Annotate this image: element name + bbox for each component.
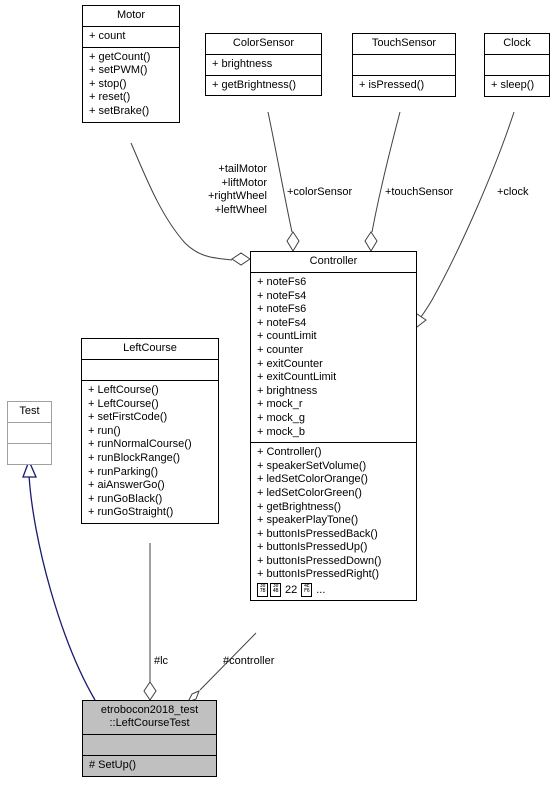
class-box-clock[interactable]: Clock + sleep() bbox=[484, 33, 550, 97]
class-attributes-motor: + count bbox=[83, 27, 179, 47]
missing-glyph-box: 30 7B bbox=[257, 583, 268, 598]
class-operations-leftcoursetest: # SetUp() bbox=[83, 756, 216, 776]
operation-row: + getBrightness() bbox=[212, 78, 297, 91]
diamond-touchsensor-controller bbox=[364, 231, 378, 252]
uml-diagram-canvas: Motor + count + getCount() + setPWM() + … bbox=[0, 0, 555, 797]
class-title-controller: Controller bbox=[309, 255, 358, 267]
class-attributes-controller: + noteFs6 + noteFs4 + noteFs6 + noteFs4 … bbox=[251, 273, 416, 442]
class-operations-controller: + Controller() + speakerSetVolume() + le… bbox=[251, 443, 416, 600]
operation-row: + setBrake() bbox=[89, 104, 150, 117]
class-title-leftcoursetest: etrobocon2018_test ::LeftCourseTest bbox=[100, 704, 199, 729]
attribute-row: + exitCounter bbox=[257, 357, 323, 370]
operation-row: + getCount() bbox=[89, 50, 151, 63]
operation-row: + setPWM() bbox=[89, 64, 148, 77]
attribute-row: + mock_r bbox=[257, 398, 303, 411]
class-box-leftcourse[interactable]: LeftCourse + LeftCourse() + LeftCourse()… bbox=[81, 338, 219, 524]
operations-overflow-row: 30 7B 30 4B 22 4E F6 ... bbox=[257, 583, 411, 598]
class-attributes-test bbox=[8, 423, 51, 443]
edge-clock-controller bbox=[416, 111, 515, 324]
class-operations-motor: + getCount() + setPWM() + stop() + reset… bbox=[83, 48, 179, 122]
class-box-leftcoursetest[interactable]: etrobocon2018_test ::LeftCourseTest # Se… bbox=[82, 700, 217, 777]
class-title-clock: Clock bbox=[503, 37, 531, 49]
operation-row: + reset() bbox=[89, 91, 131, 104]
operation-row: + buttonIsPressedBack() bbox=[257, 527, 378, 540]
attribute-row: + noteFs4 bbox=[257, 289, 307, 302]
operation-row: + Controller() bbox=[257, 446, 322, 459]
operation-row: + isPressed() bbox=[359, 79, 425, 91]
operation-row: + ledSetColorOrange() bbox=[257, 473, 368, 486]
class-operations-clock: + sleep() bbox=[485, 76, 549, 96]
overflow-ellipsis: ... bbox=[316, 584, 326, 597]
operation-row: + runGoStraight() bbox=[88, 506, 174, 519]
attribute-row: + noteFs6 bbox=[257, 303, 307, 316]
class-title-leftcourse: LeftCourse bbox=[123, 342, 177, 354]
operation-row: + buttonIsPressedUp() bbox=[257, 541, 368, 554]
attribute-row: + mock_g bbox=[257, 411, 305, 424]
edge-label-touchsensor: +touchSensor bbox=[385, 186, 454, 198]
attribute-row: + noteFs4 bbox=[257, 316, 307, 329]
operation-row: + LeftCourse() bbox=[88, 397, 159, 410]
missing-glyph-box: 30 4B bbox=[270, 583, 281, 598]
class-box-motor[interactable]: Motor + count + getCount() + setPWM() + … bbox=[82, 5, 180, 123]
class-attributes-clock bbox=[485, 55, 549, 75]
operation-row: + speakerSetVolume() bbox=[257, 459, 367, 472]
class-operations-leftcourse: + LeftCourse() + LeftCourse() + setFirst… bbox=[82, 381, 218, 523]
class-title-motor: Motor bbox=[116, 9, 146, 21]
operation-row: + LeftCourse() bbox=[88, 384, 159, 396]
class-attributes-touchsensor bbox=[353, 55, 455, 75]
class-box-controller[interactable]: Controller + noteFs6 + noteFs4 + noteFs6… bbox=[250, 251, 417, 602]
attribute-row: + brightness bbox=[257, 384, 318, 397]
edge-label-controller: #controller bbox=[223, 655, 275, 667]
edge-touchsensor-controller bbox=[371, 111, 401, 233]
attribute-row: + noteFs6 bbox=[257, 276, 307, 288]
missing-glyph-box: 4E F6 bbox=[301, 583, 313, 598]
diamond-motor-controller bbox=[231, 252, 251, 266]
class-title-colorsensor: ColorSensor bbox=[232, 37, 295, 49]
operation-row: + runBlockRange() bbox=[88, 451, 181, 464]
attribute-row: + brightness bbox=[212, 58, 273, 70]
operation-row: + ledSetColorGreen() bbox=[257, 486, 362, 499]
operation-row: + runNormalCourse() bbox=[88, 438, 192, 451]
class-box-test[interactable]: Test bbox=[7, 401, 52, 465]
attribute-row: + count bbox=[89, 30, 126, 42]
operation-row: + setFirstCode() bbox=[88, 411, 168, 424]
class-title-test: Test bbox=[19, 405, 40, 417]
class-attributes-leftcoursetest bbox=[83, 735, 216, 755]
operation-row: + runParking() bbox=[88, 465, 159, 478]
operation-row: + sleep() bbox=[491, 79, 535, 91]
operation-row: + runGoBlack() bbox=[88, 492, 163, 505]
edge-label-lc: #lc bbox=[154, 655, 169, 667]
class-attributes-colorsensor: + brightness bbox=[206, 55, 321, 75]
class-box-touchsensor[interactable]: TouchSensor + isPressed() bbox=[352, 33, 456, 97]
attribute-row: + mock_b bbox=[257, 425, 305, 438]
operation-row: + speakerPlayTone() bbox=[257, 514, 359, 527]
operation-row: + buttonIsPressedDown() bbox=[257, 554, 382, 567]
operation-row: + aiAnswerGo() bbox=[88, 479, 165, 492]
overflow-count: 22 bbox=[285, 584, 298, 597]
edge-label-motor: +tailMotor +liftMotor +rightWheel +leftW… bbox=[207, 163, 267, 216]
class-box-colorsensor[interactable]: ColorSensor + brightness + getBrightness… bbox=[205, 33, 322, 97]
class-operations-test bbox=[8, 444, 51, 464]
class-attributes-leftcourse bbox=[82, 360, 218, 380]
operation-row: + buttonIsPressedRight() bbox=[257, 568, 379, 581]
attribute-row: + countLimit bbox=[257, 330, 317, 343]
operation-row: + getBrightness() bbox=[257, 500, 342, 513]
class-title-touchsensor: TouchSensor bbox=[371, 37, 437, 49]
operation-row: # SetUp() bbox=[89, 759, 137, 771]
attribute-row: + exitCountLimit bbox=[257, 371, 337, 384]
operation-row: + run() bbox=[88, 424, 121, 437]
edge-label-clock: +clock bbox=[497, 186, 529, 198]
diamond-leftcourse-test bbox=[143, 681, 157, 701]
operation-row: + stop() bbox=[89, 77, 127, 90]
class-operations-touchsensor: + isPressed() bbox=[353, 76, 455, 96]
class-operations-colorsensor: + getBrightness() bbox=[206, 76, 321, 96]
edge-label-colorsensor: +colorSensor bbox=[287, 186, 353, 198]
attribute-row: + counter bbox=[257, 343, 304, 356]
diamond-colorsensor-controller bbox=[286, 231, 300, 252]
edge-colorsensor-controller bbox=[267, 111, 293, 233]
